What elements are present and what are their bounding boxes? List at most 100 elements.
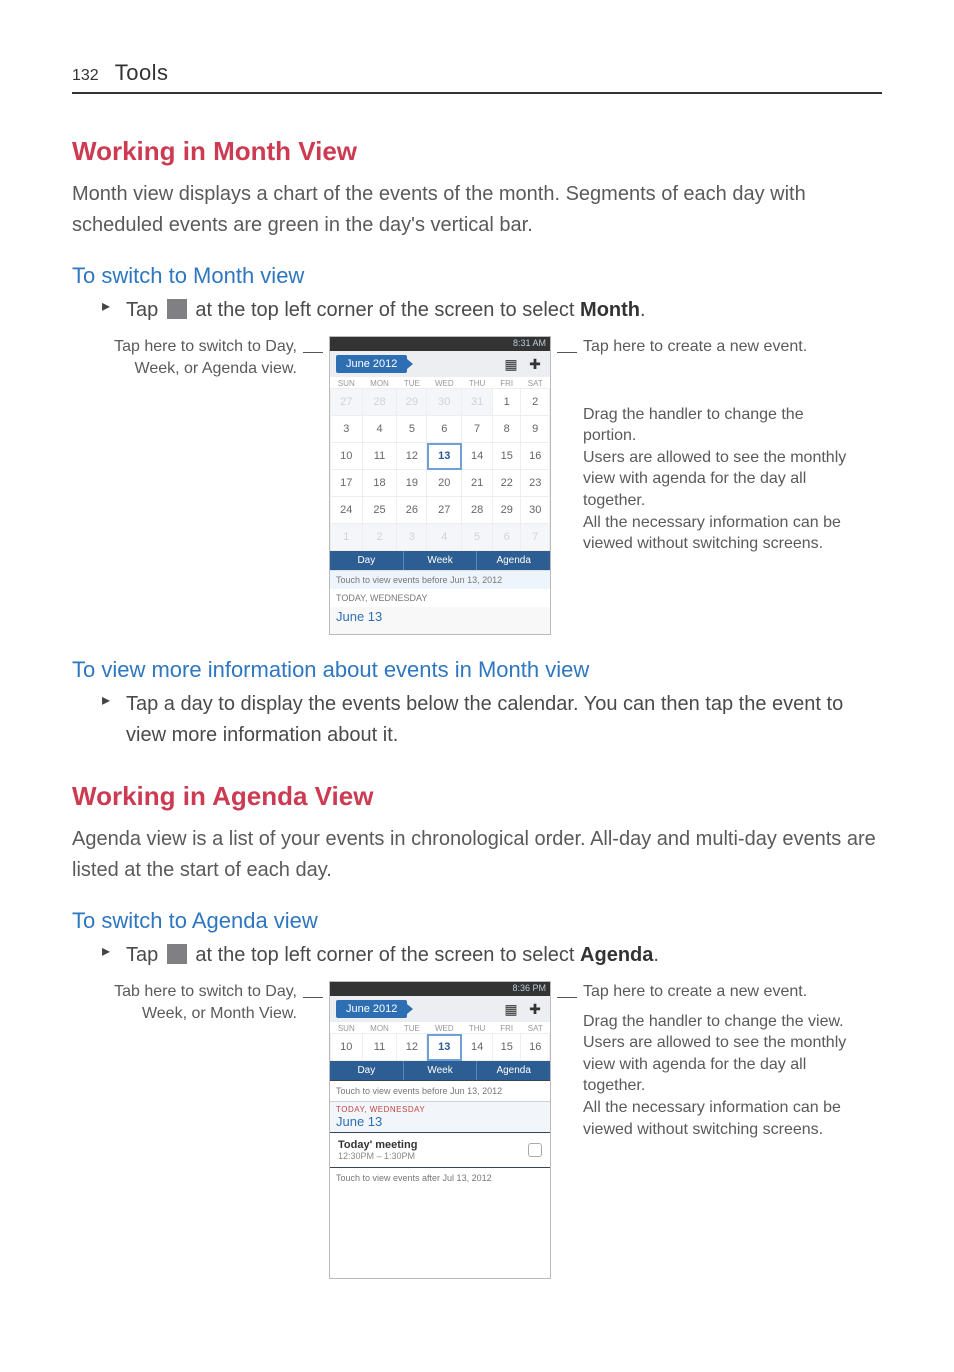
day-cell[interactable]: 27: [331, 389, 363, 416]
day-cell[interactable]: 7: [462, 416, 493, 443]
day-cell[interactable]: 19: [397, 470, 427, 497]
event-color-icon: [528, 1143, 542, 1157]
day-cell[interactable]: 1: [492, 389, 520, 416]
day-cell[interactable]: 25: [362, 497, 397, 524]
callout-left-agenda: Tab here to switch to Day, Week, or Mont…: [102, 981, 297, 1024]
day-cell[interactable]: 14: [462, 1034, 493, 1061]
touch-hint[interactable]: Touch to view events before Jun 13, 2012: [330, 570, 550, 589]
add-event-icon[interactable]: ✚: [526, 1000, 544, 1018]
day-cell[interactable]: 17: [331, 470, 363, 497]
day-cell[interactable]: 12: [397, 443, 427, 470]
touch-after[interactable]: Touch to view events after Jul 13, 2012: [330, 1167, 550, 1188]
view-tabs: Day Week Agenda: [330, 1061, 550, 1080]
day-cell[interactable]: 24: [331, 497, 363, 524]
tab-day[interactable]: Day: [330, 1061, 403, 1080]
status-bar: 8:36 PM: [330, 982, 550, 996]
phone-mock-month: 8:31 AM June 2012 ▦ ✚ SUN MON TUE WED TH…: [329, 336, 551, 635]
subheading-switch-agenda: To switch to Agenda view: [72, 908, 882, 934]
day-cell[interactable]: 9: [521, 416, 550, 443]
agenda-date: June 13: [330, 607, 550, 630]
month-calendar[interactable]: SUN MON TUE WED THU FRI SAT 27 28 29 30 …: [330, 377, 550, 551]
bullet-text: .: [653, 944, 659, 966]
event-title: Today' meeting: [338, 1139, 417, 1151]
day-cell[interactable]: 21: [462, 470, 493, 497]
callout-right2-agenda: Drag the handler to change the view. Use…: [583, 1011, 853, 1141]
day-cell[interactable]: 4: [362, 416, 397, 443]
tab-week[interactable]: Week: [404, 551, 477, 570]
day-cell[interactable]: 6: [492, 524, 520, 551]
dow: THU: [462, 1022, 493, 1034]
day-cell[interactable]: 15: [492, 1034, 520, 1061]
day-cell[interactable]: 8: [492, 416, 520, 443]
section-intro-month: Month view displays a chart of the event…: [72, 179, 882, 241]
day-cell[interactable]: 5: [397, 416, 427, 443]
day-cell-today[interactable]: 13: [427, 1034, 462, 1061]
day-cell[interactable]: 28: [362, 389, 397, 416]
dow: THU: [462, 377, 493, 389]
day-cell[interactable]: 6: [427, 416, 462, 443]
agenda-today-date: June 13: [336, 1114, 544, 1129]
day-cell[interactable]: 11: [362, 1034, 397, 1061]
tab-week[interactable]: Week: [404, 1061, 477, 1080]
bullet-switch-agenda: Tap at the top left corner of the screen…: [102, 940, 882, 971]
subheading-info-month: To view more information about events in…: [72, 657, 882, 683]
add-event-icon[interactable]: ✚: [526, 355, 544, 373]
leader-line: [303, 352, 323, 353]
calendar-view-icon: [167, 299, 187, 319]
running-header: 132 Tools: [72, 60, 882, 94]
day-cell[interactable]: 3: [331, 416, 363, 443]
bullet-text: at the top left corner of the screen to …: [190, 299, 580, 321]
section-intro-agenda: Agenda view is a list of your events in …: [72, 824, 882, 886]
page-number: 132: [72, 67, 99, 85]
view-selector[interactable]: June 2012: [336, 355, 407, 373]
day-cell[interactable]: 12: [397, 1034, 427, 1061]
dow: TUE: [397, 377, 427, 389]
today-icon[interactable]: ▦: [502, 1000, 520, 1018]
today-icon[interactable]: ▦: [502, 355, 520, 373]
day-cell[interactable]: 1: [331, 524, 363, 551]
phone-mock-agenda: 8:36 PM June 2012 ▦ ✚ SUN MON TUE WED TH…: [329, 981, 551, 1279]
view-selector[interactable]: June 2012: [336, 1000, 407, 1018]
day-cell[interactable]: 14: [462, 443, 493, 470]
week-strip[interactable]: SUN MON TUE WED THU FRI SAT 10 11 12 13 …: [330, 1022, 550, 1061]
day-cell[interactable]: 3: [397, 524, 427, 551]
callout-left-month: Tap here to switch to Day, Week, or Agen…: [102, 336, 297, 379]
day-cell[interactable]: 5: [462, 524, 493, 551]
dow: SAT: [521, 1022, 550, 1034]
day-cell[interactable]: 30: [521, 497, 550, 524]
touch-before[interactable]: Touch to view events before Jun 13, 2012: [330, 1080, 550, 1101]
bullet-bold: Month: [580, 299, 640, 321]
day-cell[interactable]: 10: [331, 1034, 363, 1061]
tab-agenda[interactable]: Agenda: [477, 1061, 550, 1080]
leader-line: [557, 997, 577, 998]
day-cell[interactable]: 2: [521, 389, 550, 416]
day-cell[interactable]: 4: [427, 524, 462, 551]
day-cell[interactable]: 11: [362, 443, 397, 470]
dow: SUN: [331, 1022, 363, 1034]
agenda-event[interactable]: Today' meeting 12:30PM – 1:30PM: [330, 1132, 550, 1167]
view-tabs: Day Week Agenda: [330, 551, 550, 570]
callout-right1-agenda: Tap here to create a new event.: [583, 981, 853, 1003]
day-cell[interactable]: 7: [521, 524, 550, 551]
day-cell[interactable]: 2: [362, 524, 397, 551]
day-cell[interactable]: 31: [462, 389, 493, 416]
title-bar: June 2012 ▦ ✚: [330, 351, 550, 377]
day-cell[interactable]: 30: [427, 389, 462, 416]
day-cell[interactable]: 18: [362, 470, 397, 497]
day-cell[interactable]: 15: [492, 443, 520, 470]
day-cell[interactable]: 20: [427, 470, 462, 497]
day-cell[interactable]: 23: [521, 470, 550, 497]
day-cell[interactable]: 16: [521, 443, 550, 470]
tab-agenda[interactable]: Agenda: [477, 551, 550, 570]
tab-day[interactable]: Day: [330, 551, 403, 570]
day-cell[interactable]: 29: [397, 389, 427, 416]
day-cell[interactable]: 28: [462, 497, 493, 524]
day-cell[interactable]: 26: [397, 497, 427, 524]
day-cell-today[interactable]: 13: [427, 443, 462, 470]
day-cell[interactable]: 16: [521, 1034, 550, 1061]
day-cell[interactable]: 29: [492, 497, 520, 524]
subheading-switch-month: To switch to Month view: [72, 263, 882, 289]
day-cell[interactable]: 27: [427, 497, 462, 524]
day-cell[interactable]: 22: [492, 470, 520, 497]
day-cell[interactable]: 10: [331, 443, 363, 470]
